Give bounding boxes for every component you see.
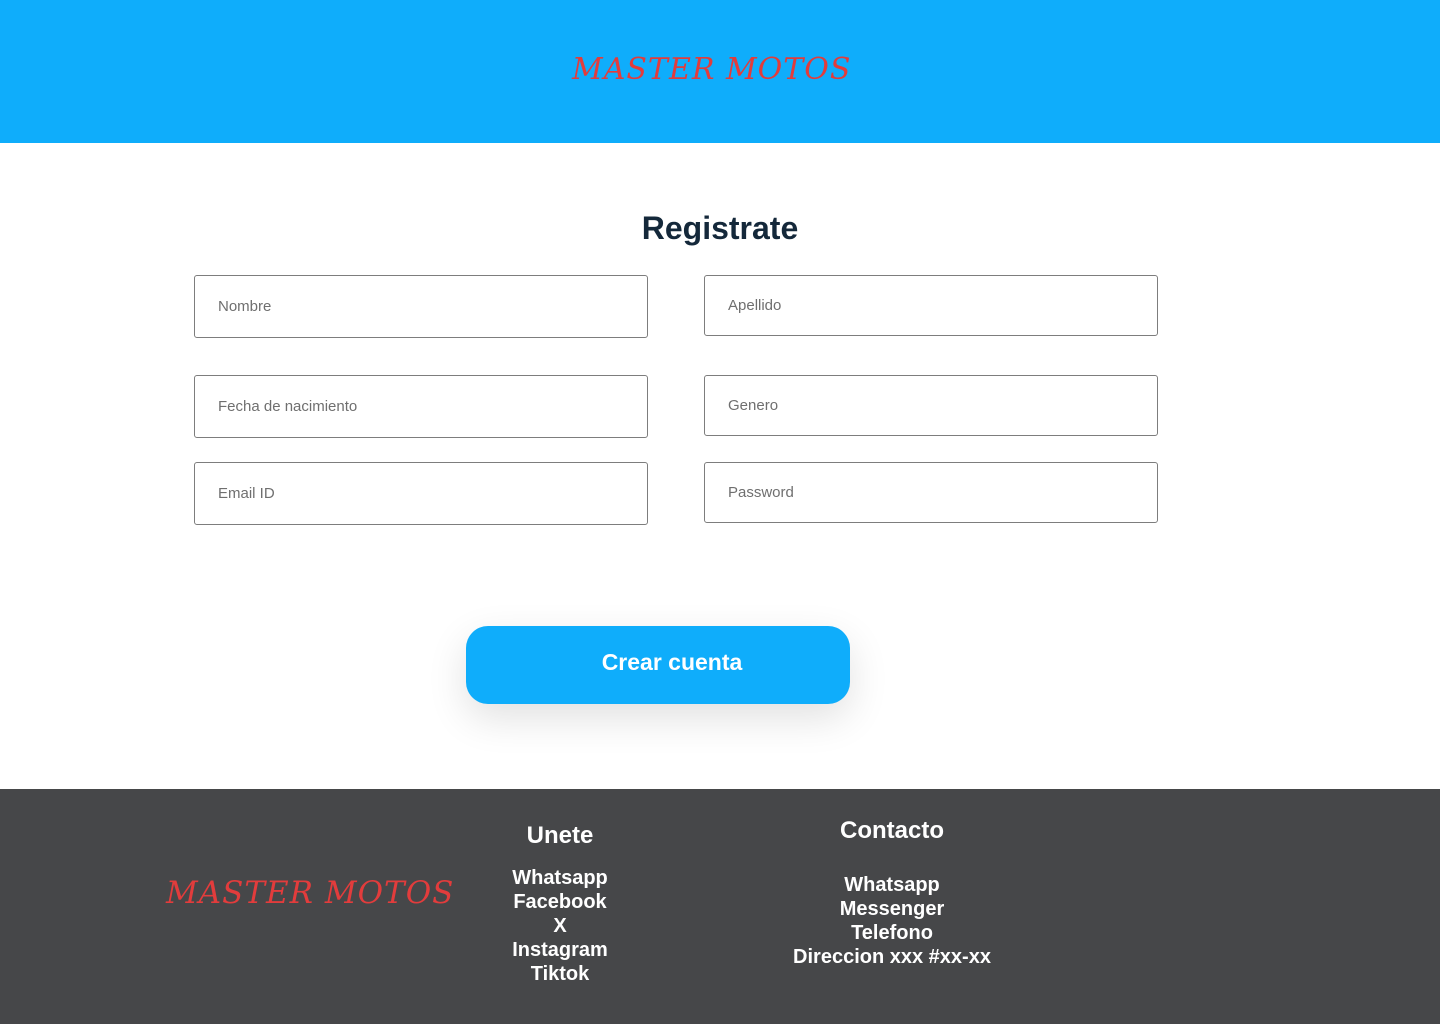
contacto-title: Contacto (840, 817, 944, 844)
unete-link-facebook[interactable]: Facebook (480, 890, 640, 914)
unete-link-whatsapp[interactable]: Whatsapp (480, 866, 640, 890)
crear-cuenta-button[interactable]: Crear cuenta (466, 626, 850, 704)
contacto-links: Whatsapp Messenger Telefono Direccion xx… (772, 873, 1012, 969)
contacto-direccion: Direccion xxx #xx-xx (793, 946, 991, 968)
password-field[interactable] (704, 462, 1158, 523)
site-footer: MASTER MOTOS Unete Whatsapp Facebook X I… (0, 789, 1440, 1024)
brand-logo[interactable]: MASTER MOTOS (572, 52, 851, 87)
contacto-link-whatsapp[interactable]: Whatsapp (772, 873, 1012, 897)
footer-brand-logo[interactable]: MASTER MOTOS (166, 875, 454, 911)
unete-link-instagram[interactable]: Instagram (480, 938, 640, 962)
form-title: Registrate (641, 210, 799, 246)
apellido-field[interactable] (704, 275, 1158, 336)
contacto-link-telefono[interactable]: Telefono (772, 921, 1012, 945)
nombre-field[interactable] (194, 275, 648, 338)
contacto-link-messenger[interactable]: Messenger (772, 897, 1012, 921)
unete-link-x[interactable]: X (480, 914, 640, 938)
footer-contacto-column: Contacto Whatsapp Messenger Telefono Dir… (772, 817, 1012, 969)
email-field[interactable] (194, 462, 648, 525)
unete-links: Whatsapp Facebook X Instagram Tiktok (480, 866, 640, 986)
fecha-nacimiento-field[interactable] (194, 375, 648, 438)
unete-title: Unete (526, 822, 594, 849)
footer-unete-column: Unete Whatsapp Facebook X Instagram Tikt… (480, 822, 640, 986)
site-header: MASTER MOTOS (0, 0, 1440, 143)
unete-link-tiktok[interactable]: Tiktok (480, 962, 640, 986)
genero-field[interactable] (704, 375, 1158, 436)
